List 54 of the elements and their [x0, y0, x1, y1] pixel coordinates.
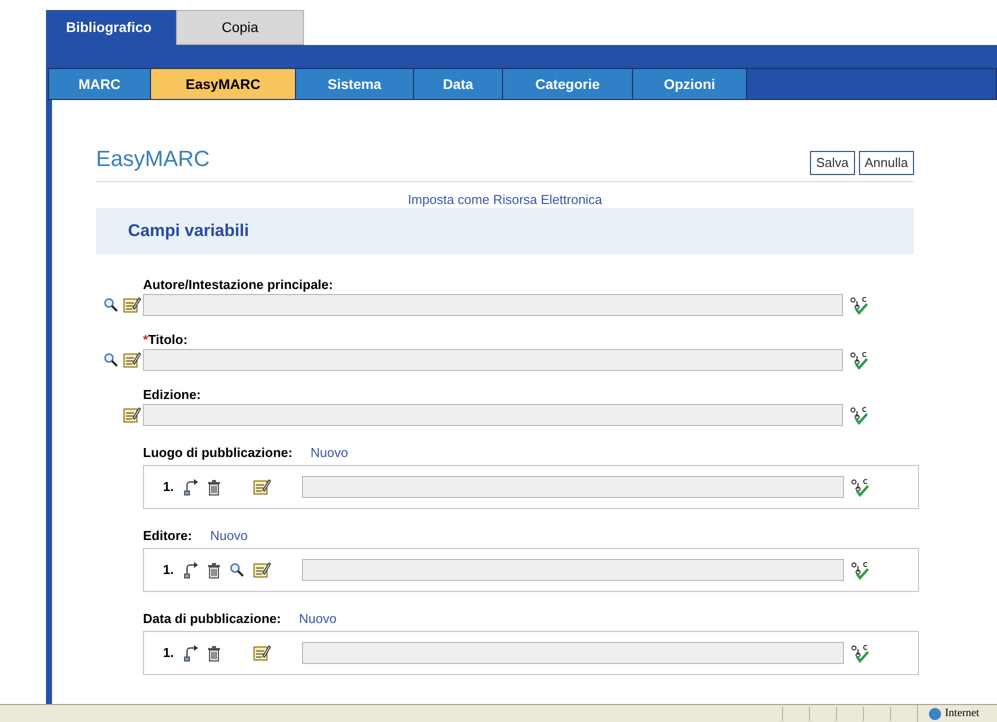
- sub-tab[interactable]: MARC: [49, 69, 151, 99]
- field-label: Autore/Intestazione principale:: [143, 277, 333, 292]
- search-icon[interactable]: [103, 352, 119, 368]
- search-icon[interactable]: [229, 562, 245, 578]
- spellcheck-icon[interactable]: [849, 350, 869, 370]
- sub-tab[interactable]: Sistema: [296, 69, 414, 99]
- edit-icon[interactable]: [253, 478, 271, 496]
- trash-icon[interactable]: [207, 644, 221, 662]
- edit-icon[interactable]: [253, 561, 271, 579]
- move-icon[interactable]: [183, 561, 199, 579]
- text-field[interactable]: [143, 349, 843, 371]
- spellcheck-icon[interactable]: [850, 560, 870, 580]
- text-field[interactable]: [302, 559, 844, 581]
- sub-tab[interactable]: Opzioni: [633, 69, 747, 99]
- form-button[interactable]: Salva: [810, 151, 855, 175]
- edit-icon[interactable]: [123, 296, 141, 314]
- status-zone: Internet: [945, 706, 980, 722]
- move-icon[interactable]: [183, 478, 199, 496]
- new-link[interactable]: Nuovo: [298, 609, 337, 629]
- top-tab[interactable]: Copia: [176, 10, 304, 45]
- text-field[interactable]: [143, 294, 843, 316]
- text-field[interactable]: [302, 642, 844, 664]
- electronic-resource-link[interactable]: Imposta come Risorsa Elettronica: [408, 192, 602, 207]
- field-label: Editore:: [143, 527, 192, 546]
- edit-icon[interactable]: [253, 644, 271, 662]
- field-label: *Titolo:: [143, 332, 188, 347]
- trash-icon[interactable]: [207, 562, 221, 578]
- field-label: Edizione:: [143, 387, 201, 402]
- search-icon[interactable]: [103, 297, 119, 313]
- entry-number: 1.: [163, 561, 175, 580]
- sub-tab[interactable]: Categorie: [503, 69, 633, 99]
- sub-tab[interactable]: EasyMARC: [151, 69, 296, 99]
- spellcheck-icon[interactable]: [849, 295, 869, 315]
- edit-icon[interactable]: [123, 351, 141, 369]
- sub-tab[interactable]: Data: [414, 69, 503, 99]
- field-label: Data di pubblicazione:: [143, 610, 281, 628]
- spellcheck-icon[interactable]: [849, 405, 869, 425]
- text-field[interactable]: [302, 476, 844, 498]
- spellcheck-icon[interactable]: [850, 477, 870, 497]
- edit-icon[interactable]: [123, 406, 141, 424]
- entry-number: 1.: [163, 478, 175, 496]
- section-title: Campi variabili: [128, 220, 249, 242]
- entry-number: 1.: [163, 644, 175, 662]
- globe-icon: [928, 706, 942, 720]
- form-button[interactable]: Annulla: [858, 151, 914, 175]
- field-label: Luogo di pubblicazione:: [143, 444, 292, 462]
- spellcheck-icon[interactable]: [850, 643, 870, 663]
- new-link[interactable]: Nuovo: [310, 443, 348, 463]
- top-tab[interactable]: Bibliografico: [46, 10, 176, 45]
- new-link[interactable]: Nuovo: [210, 526, 248, 546]
- trash-icon[interactable]: [207, 478, 221, 496]
- page-title: EasyMARC: [96, 145, 210, 173]
- move-icon[interactable]: [183, 644, 199, 662]
- text-field[interactable]: [143, 404, 843, 426]
